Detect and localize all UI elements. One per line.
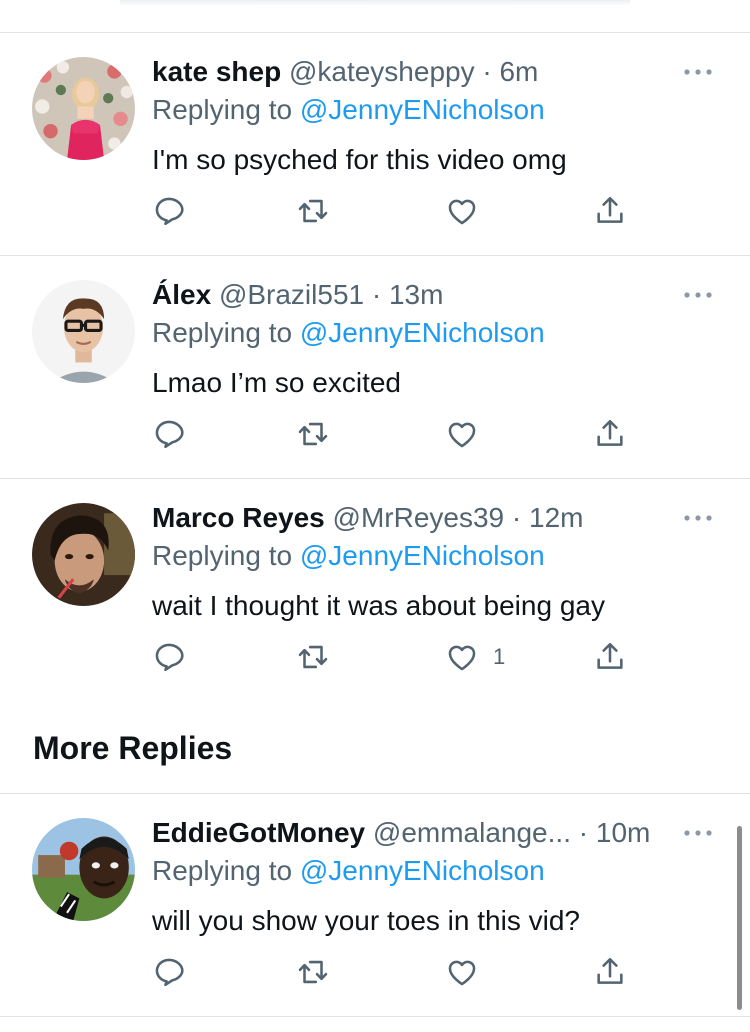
share-button[interactable] [593,416,627,452]
tweet-header: Álex @Brazil551 · 13m [152,275,660,315]
share-button[interactable] [593,639,627,675]
mention-link[interactable]: @JennyENicholson [300,540,545,571]
retweet-icon [298,199,328,223]
author-handle[interactable]: @Brazil551 [219,279,364,310]
mention-link[interactable]: @JennyENicholson [300,855,545,886]
tweet-kate-shep[interactable]: kate shep @kateysheppy · 6m Replying to … [0,33,750,255]
tweet-actions [152,193,632,229]
avatar[interactable] [32,280,135,383]
replying-to: Replying to @JennyENicholson [152,851,545,891]
tweet-actions: 1 [152,639,632,675]
reply-button[interactable] [152,954,186,990]
share-icon [597,957,623,984]
scrollbar[interactable] [737,826,742,1010]
share-button[interactable] [593,193,627,229]
replying-to: Replying to @JennyENicholson [152,536,545,576]
like-icon [448,960,476,986]
retweet-button[interactable] [296,639,330,675]
author-name[interactable]: Marco Reyes [152,502,325,533]
separator: · [474,56,500,87]
separator: · [364,279,389,310]
reply-button[interactable] [152,193,186,229]
author-name[interactable]: Álex [152,279,211,310]
replying-to: Replying to @JennyENicholson [152,90,545,130]
retweet-button[interactable] [296,416,330,452]
reply-icon [155,420,184,449]
share-icon [597,196,623,223]
tweet-text: Lmao I’m so excited [152,367,401,398]
mention-link[interactable]: @JennyENicholson [300,317,545,348]
reply-icon [155,197,184,226]
like-count: 1 [493,644,506,669]
retweet-icon [298,422,328,446]
more-icon[interactable] [682,289,714,301]
separator: · [570,817,596,848]
author-handle[interactable]: @kateysheppy [289,56,475,87]
tweet-header: Marco Reyes @MrReyes39 · 12m [152,498,660,538]
share-button[interactable] [593,954,627,990]
replying-to: Replying to @JennyENicholson [152,313,545,353]
share-icon [597,642,623,669]
separator: · [504,502,530,533]
timestamp[interactable]: 12m [529,502,583,533]
retweet-button[interactable] [296,954,330,990]
tweet-header: EddieGotMoney @emmalange... · 10m [152,813,660,853]
reply-icon [155,958,184,987]
timestamp[interactable]: 6m [499,56,538,87]
replying-to-label: Replying to [152,855,293,886]
avatar[interactable] [32,503,135,606]
more-icon[interactable] [682,66,714,78]
reply-icon [155,643,184,672]
tweet-actions [152,954,632,990]
tweet-actions [152,416,632,452]
avatar[interactable] [32,818,135,921]
author-name[interactable]: kate shep [152,56,281,87]
timestamp[interactable]: 10m [596,817,650,848]
retweet-icon [298,645,328,669]
mention-link[interactable]: @JennyENicholson [300,94,545,125]
replying-to-label: Replying to [152,540,293,571]
author-name[interactable]: EddieGotMoney [152,817,365,848]
replying-to-label: Replying to [152,94,293,125]
tweet-text: I'm so psyched for this video omg [152,144,567,175]
author-handle[interactable]: @emmalange... [373,817,571,848]
timestamp[interactable]: 13m [389,279,443,310]
divider [0,1016,750,1017]
more-icon[interactable] [682,827,714,839]
tweet-text: wait I thought it was about being gay [152,590,605,621]
share-icon [597,419,623,446]
retweet-button[interactable] [296,193,330,229]
tweet-header: kate shep @kateysheppy · 6m [152,52,660,92]
tweet-text: will you show your toes in this vid? [152,905,580,936]
author-handle[interactable]: @MrReyes39 [333,502,505,533]
retweet-icon [298,960,328,984]
avatar[interactable] [32,57,135,160]
reply-button[interactable] [152,416,186,452]
top-shadow [120,0,630,6]
tweet-eddiegotmoney[interactable]: EddieGotMoney @emmalange... · 10m Replyi… [0,794,750,1016]
more-icon[interactable] [682,512,714,524]
like-button[interactable]: 1 [445,639,505,675]
like-icon [448,199,476,225]
like-button[interactable] [445,193,493,229]
like-icon [448,422,476,448]
tweet-marco-reyes[interactable]: Marco Reyes @MrReyes39 · 12m Replying to… [0,479,750,701]
more-replies-heading: More Replies [33,730,233,766]
tweet-alex[interactable]: Álex @Brazil551 · 13m Replying to @Jenny… [0,256,750,478]
replying-to-label: Replying to [152,317,293,348]
reply-button[interactable] [152,639,186,675]
like-icon [448,645,476,671]
like-button[interactable] [445,416,493,452]
like-button[interactable] [445,954,493,990]
